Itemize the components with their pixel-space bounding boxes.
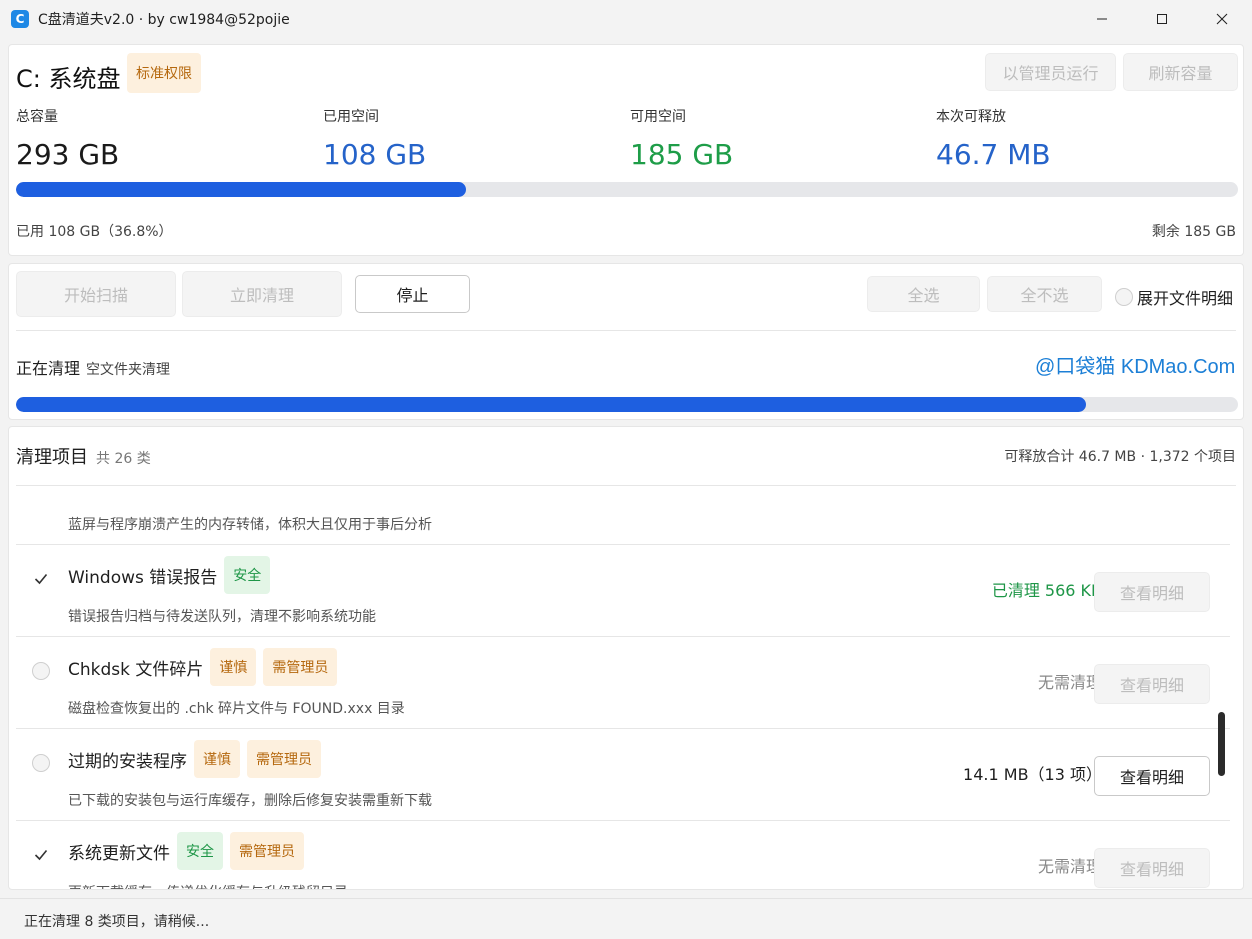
stat-label: 总容量 [16,109,58,125]
caution-badge: 谨慎 [194,740,240,778]
disk-panel: C: 系统盘 标准权限 以管理员运行 刷新容量 总容量 293 GB 已用空间 … [8,44,1244,256]
items-summary: 可释放合计 46.7 MB · 1,372 个项目 [1004,449,1236,465]
clean-status-detail: 空文件夹清理 [86,362,171,378]
view-details-button[interactable]: 查看明细 [1094,572,1210,612]
unchecked-circle-icon [32,662,50,680]
expand-details-toggle[interactable]: 展开文件明细 [1115,285,1233,309]
stat-value: 185 GB [630,138,734,171]
items-title: 清理项目 [16,447,88,468]
close-icon [1216,13,1228,25]
item-title: Chkdsk 文件碎片 [68,659,204,680]
item-desc: 错误报告归档与待发送队列，清理不影响系统功能 [68,609,376,625]
stat-used: 已用空间 108 GB [323,106,426,171]
stat-value: 293 GB [16,138,120,171]
item-desc: 更新下载缓存、传递优化缓存与升级残留目录 [68,882,348,889]
item-title: 系统更新文件 [68,843,170,864]
caution-badge: 谨慎 [210,648,257,686]
minimize-button[interactable] [1072,0,1132,38]
item-title: 过期的安装程序 [68,751,187,772]
app-icon: C [11,10,29,28]
run-as-admin-button[interactable]: 以管理员运行 [985,53,1116,91]
items-count: 共 26 类 [96,451,151,467]
unchecked-checkbox[interactable] [32,754,50,772]
clean-status: 正在清理 空文件夹清理 [16,355,170,379]
disk-title: C: 系统盘 [16,65,121,93]
status-bar: 正在清理 8 类项目，请稍候... [0,898,1252,939]
stat-label: 本次可释放 [936,109,1006,125]
expand-details-label: 展开文件明细 [1137,289,1234,308]
item-title-line: 过期的安装程序 谨慎 需管理员 [68,739,321,779]
scan-panel: 开始扫描 立即清理 停止 全选 全不选 展开文件明细 正在清理 空文件夹清理 @… [8,263,1244,420]
close-button[interactable] [1192,0,1252,38]
clean-now-button[interactable]: 立即清理 [182,271,342,317]
item-desc: 已下载的安装包与运行库缓存，删除后修复安装需重新下载 [68,793,432,809]
list-item: 系统更新文件安全需管理员更新下载缓存、传递优化缓存与升级残留目录 无需清理查看明细 [16,821,1230,889]
select-all-button[interactable]: 全选 [867,276,980,312]
list-item: Chkdsk 文件碎片 谨慎 需管理员磁盘检查恢复出的 .chk 碎片文件与 FOU… [16,637,1230,729]
window-controls [1072,0,1252,38]
scrollbar-thumb[interactable] [1218,712,1225,776]
select-none-button[interactable]: 全不选 [987,276,1102,312]
clean-progress-bar [16,397,1238,412]
safe-badge: 安全 [177,832,223,870]
item-status: 无需清理 [1037,673,1102,692]
stat-free: 可用空间 185 GB [630,106,733,171]
clean-progress-fill [16,397,1086,412]
stat-value: 46.7 MB [936,138,1051,171]
stat-total: 总容量 293 GB [16,106,119,171]
list-item: Windows 错误报告 安全错误报告归档与待发送队列，清理不影响系统功能 已清理 … [16,545,1230,637]
maximize-button[interactable] [1132,0,1192,38]
items-list[interactable]: 蓝屏与程序崩溃产生的内存转储，体积大且仅用于事后分析 Windows 错误报告安… [16,486,1238,889]
window-title: C盘清道夫v2.0 · by cw1984@52pojie [38,12,290,28]
stat-label: 已用空间 [323,109,379,125]
refresh-capacity-button[interactable]: 刷新容量 [1123,53,1238,91]
caution-badge: 需管理员 [230,832,304,870]
item-title-line: 系统更新文件 安全 需管理员 [68,831,304,871]
start-scan-button[interactable]: 开始扫描 [16,271,176,317]
expand-details-radio[interactable] [1115,288,1133,306]
list-item: 蓝屏与程序崩溃产生的内存转储，体积大且仅用于事后分析 [16,486,1230,545]
used-text: 已用 108 GB（36.8%） [16,224,173,240]
safe-badge: 安全 [224,556,271,594]
checked-checkbox[interactable] [32,570,50,588]
checkmark-icon [34,573,48,585]
item-status: 无需清理 [1037,857,1102,876]
clean-status-label: 正在清理 [16,359,81,378]
remaining-text: 剩余 185 GB [1151,224,1236,240]
checked-checkbox[interactable] [32,846,50,864]
app-icon-letter: C [15,12,25,26]
stop-button[interactable]: 停止 [355,275,470,313]
unchecked-checkbox[interactable] [32,662,50,680]
minimize-icon [1097,18,1107,20]
item-status: 14.1 MB（13 项） [963,765,1102,784]
view-details-button[interactable]: 查看明细 [1094,664,1210,704]
item-desc: 磁盘检查恢复出的 .chk 碎片文件与 FOUND.xxx 目录 [68,701,405,717]
permission-badge: 标准权限 [127,53,201,93]
status-text: 正在清理 8 类项目，请稍候... [24,914,210,930]
caution-badge: 需管理员 [263,648,338,686]
items-panel: 清理项目 共 26 类 可释放合计 46.7 MB · 1,372 个项目 蓝屏… [8,426,1244,890]
items-header: 清理项目 共 26 类 [16,443,151,469]
caution-badge: 需管理员 [247,740,321,778]
view-details-button[interactable]: 查看明细 [1094,848,1210,888]
item-title: Windows 错误报告 [68,567,218,588]
view-details-button[interactable]: 查看明细 [1094,756,1210,796]
stat-label: 可用空间 [630,109,686,125]
checkmark-icon [34,849,48,861]
item-title-line: Chkdsk 文件碎片 谨慎 需管理员 [68,647,338,687]
unchecked-circle-icon [32,754,50,772]
item-status: 已清理 566 KB [991,581,1102,600]
stat-value: 108 GB [323,138,427,171]
item-title-line: Windows 错误报告 安全 [68,555,271,595]
watermark-text: @口袋猫 KDMao.Com [1035,356,1236,378]
maximize-icon [1157,14,1167,24]
item-desc: 蓝屏与程序崩溃产生的内存转储，体积大且仅用于事后分析 [68,517,432,533]
stat-releasable: 本次可释放 46.7 MB [936,106,1051,171]
scan-divider [16,330,1236,331]
title-bar: C C盘清道夫v2.0 · by cw1984@52pojie [0,0,1252,38]
disk-usage-fill [16,182,466,197]
disk-usage-bar [16,182,1238,197]
list-item: 过期的安装程序 谨慎 需管理员已下载的安装包与运行库缓存，删除后修复安装需重新下载 1… [16,729,1230,821]
